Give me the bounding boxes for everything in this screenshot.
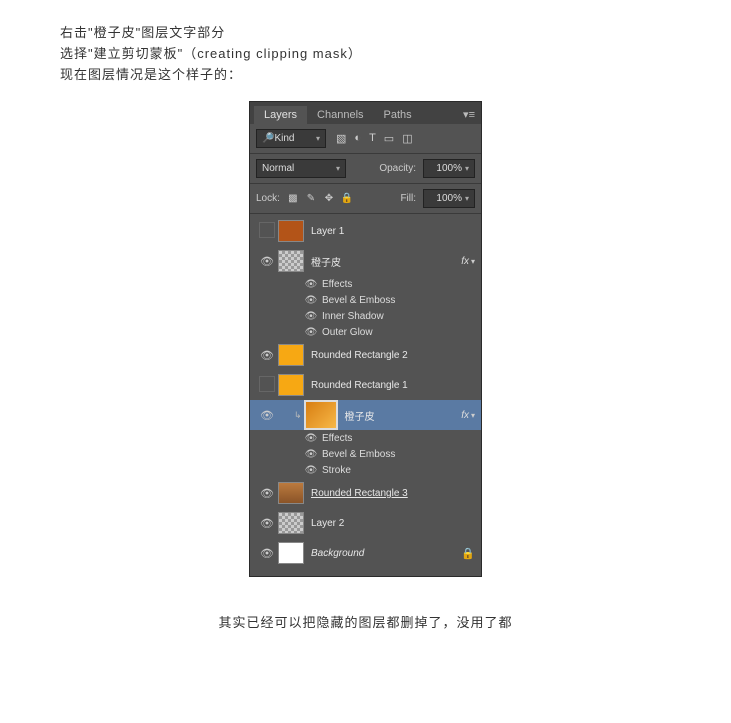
blend-mode-dropdown[interactable]: Normal▾ [256, 159, 346, 178]
layer-row[interactable]: 👁 Background 🔒 [250, 538, 481, 568]
effect-name: Effects [322, 279, 352, 290]
lock-label: Lock: [256, 193, 280, 204]
layers-panel: Layers Channels Paths ▾≡ 🔎Kind▾ ▧ ◐ T ▭ … [249, 101, 482, 577]
layer-row[interactable]: 👁 ↳ 橙子皮 fx▾ [250, 400, 481, 430]
fx-badge[interactable]: fx [461, 410, 469, 421]
tab-channels[interactable]: Channels [307, 106, 373, 124]
effect-name: Bevel & Emboss [322, 449, 395, 460]
fx-collapse-icon[interactable]: ▾ [471, 257, 475, 266]
visibility-toggle[interactable]: 👁 [256, 547, 278, 560]
layer-thumbnail[interactable] [278, 512, 304, 534]
opacity-label: Opacity: [379, 163, 416, 174]
layer-thumbnail[interactable] [304, 400, 338, 430]
effect-name: Bevel & Emboss [322, 295, 395, 306]
layer-row[interactable]: 👁 Rounded Rectangle 2 [250, 340, 481, 370]
lock-pixels-icon[interactable]: ✎ [305, 193, 317, 204]
effect-row[interactable]: 👁Effects [250, 276, 481, 292]
layer-thumbnail[interactable] [278, 220, 304, 242]
filter-adjust-icon[interactable]: ◐ [354, 132, 361, 145]
outro-text: 其实已经可以把隐藏的图层都删掉了，没用了都 [60, 612, 671, 631]
lock-icon: 🔒 [461, 547, 475, 560]
effect-name: Inner Shadow [322, 311, 384, 322]
layer-name[interactable]: 橙子皮 [311, 254, 341, 269]
lock-all-icon[interactable]: 🔒 [341, 193, 353, 204]
layer-thumbnail[interactable] [278, 482, 304, 504]
layer-name[interactable]: Rounded Rectangle 1 [311, 380, 408, 391]
layer-name[interactable]: Layer 2 [311, 518, 344, 529]
layer-name[interactable]: Rounded Rectangle 3 [311, 488, 408, 499]
lock-transparency-icon[interactable]: ▩ [287, 193, 299, 204]
panel-menu-icon[interactable]: ▾≡ [457, 105, 481, 124]
layer-row[interactable]: Rounded Rectangle 1 [250, 370, 481, 400]
visibility-toggle[interactable]: 👁 [256, 255, 278, 268]
fill-label: Fill: [400, 193, 416, 204]
filter-type-icon[interactable]: T [369, 132, 376, 145]
fx-badge[interactable]: fx [461, 256, 469, 267]
filter-smart-icon[interactable]: ◫ [402, 132, 412, 145]
layer-row[interactable]: 👁 橙子皮 fx▾ [250, 246, 481, 276]
effect-name: Effects [322, 433, 352, 444]
opacity-input[interactable]: 100%▾ [423, 159, 475, 178]
effect-visibility-toggle[interactable]: 👁 [300, 279, 322, 290]
intro-line-3: 现在图层情况是这个样子的： [60, 64, 671, 83]
effect-visibility-toggle[interactable]: 👁 [300, 465, 322, 476]
effect-row[interactable]: 👁Stroke [250, 462, 481, 478]
layer-row[interactable]: 👁 Layer 2 [250, 508, 481, 538]
filter-shape-icon[interactable]: ▭ [384, 132, 394, 145]
layer-thumbnail[interactable] [278, 344, 304, 366]
effect-row[interactable]: 👁Inner Shadow [250, 308, 481, 324]
tab-layers[interactable]: Layers [254, 106, 307, 124]
layer-name[interactable]: Layer 1 [311, 226, 344, 237]
visibility-toggle[interactable] [256, 376, 278, 395]
effect-row[interactable]: 👁Outer Glow [250, 324, 481, 340]
visibility-toggle[interactable]: 👁 [256, 409, 278, 422]
effect-name: Outer Glow [322, 327, 373, 338]
effect-visibility-toggle[interactable]: 👁 [300, 433, 322, 444]
intro-line-2: 选择"建立剪切蒙板"（creating clipping mask） [60, 43, 671, 62]
layer-row[interactable]: Layer 1 [250, 216, 481, 246]
layer-thumbnail[interactable] [278, 374, 304, 396]
visibility-toggle[interactable]: 👁 [256, 349, 278, 362]
effect-row[interactable]: 👁Bevel & Emboss [250, 292, 481, 308]
visibility-toggle[interactable]: 👁 [256, 517, 278, 530]
effect-row[interactable]: 👁Bevel & Emboss [250, 446, 481, 462]
clip-indicator-icon: ↳ [294, 410, 302, 421]
effect-visibility-toggle[interactable]: 👁 [300, 311, 322, 322]
layer-row[interactable]: 👁 Rounded Rectangle 3 [250, 478, 481, 508]
effect-visibility-toggle[interactable]: 👁 [300, 449, 322, 460]
visibility-toggle[interactable] [256, 222, 278, 241]
filter-pixel-icon[interactable]: ▧ [336, 132, 346, 145]
lock-position-icon[interactable]: ✥ [323, 193, 335, 204]
effect-visibility-toggle[interactable]: 👁 [300, 295, 322, 306]
intro-line-1: 右击"橙子皮"图层文字部分 [60, 22, 671, 41]
fill-input[interactable]: 100%▾ [423, 189, 475, 208]
layer-name[interactable]: Rounded Rectangle 2 [311, 350, 408, 361]
tab-paths[interactable]: Paths [374, 106, 422, 124]
fx-collapse-icon[interactable]: ▾ [471, 411, 475, 420]
layer-thumbnail[interactable] [278, 542, 304, 564]
layer-thumbnail[interactable] [278, 250, 304, 272]
layer-name[interactable]: 橙子皮 [345, 408, 375, 423]
effect-row[interactable]: 👁Effects [250, 430, 481, 446]
layer-name[interactable]: Background [311, 548, 364, 559]
effect-visibility-toggle[interactable]: 👁 [300, 327, 322, 338]
visibility-toggle[interactable]: 👁 [256, 487, 278, 500]
effect-name: Stroke [322, 465, 351, 476]
filter-kind-dropdown[interactable]: 🔎Kind▾ [256, 129, 326, 148]
